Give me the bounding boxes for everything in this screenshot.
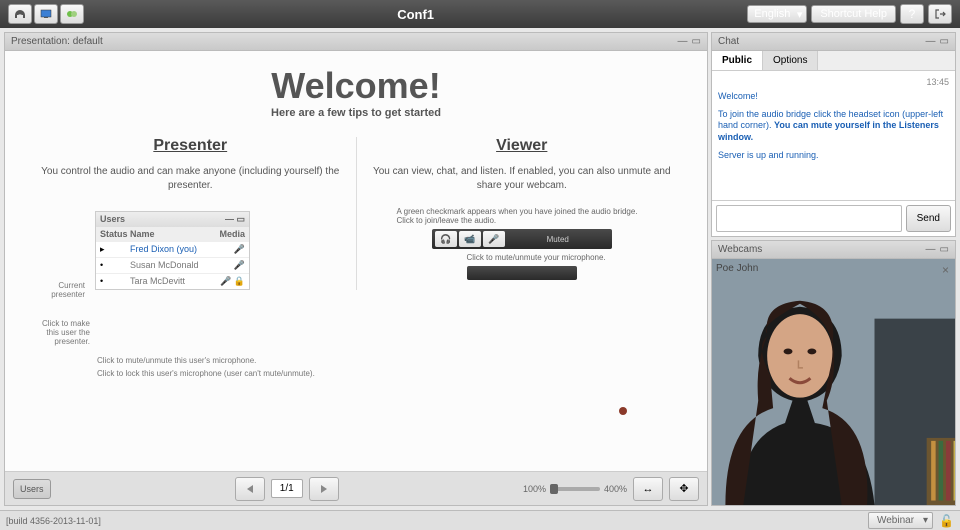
logout-icon[interactable] — [928, 4, 952, 24]
fit-page-button[interactable]: ✥ — [669, 477, 699, 501]
presenter-text: You control the audio and can make anyon… — [35, 165, 346, 193]
webcam-panel: Webcams — ▭ Poe John × — [711, 240, 956, 506]
minimize-icon[interactable]: — — [926, 36, 936, 47]
mic-icon: 🎤 — [483, 231, 505, 247]
fit-width-button[interactable]: ↔ — [633, 477, 663, 501]
users-toggle-button[interactable]: Users — [13, 479, 51, 499]
chat-panel: Chat — ▭ Public Options 13:45 Welcome! T… — [711, 32, 956, 237]
tab-options[interactable]: Options — [763, 51, 818, 70]
minimize-icon[interactable]: — — [678, 36, 688, 47]
shortcut-help-button[interactable]: Shortcut Help — [811, 5, 896, 23]
welcome-subtitle: Here are a few tips to get started — [35, 107, 677, 119]
webcam-icon: 📹 — [459, 231, 481, 247]
maximize-icon[interactable]: ▭ — [940, 36, 949, 47]
send-button[interactable]: Send — [906, 205, 951, 232]
users-table-image: Users — ▭ Status Name Media ▸Fred Dixon … — [95, 211, 250, 290]
build-label: [build 4356-2013-11-01] — [6, 516, 101, 526]
chat-input[interactable] — [716, 205, 902, 232]
tab-public[interactable]: Public — [712, 51, 763, 70]
desktop-share-icon[interactable] — [34, 4, 58, 24]
prev-slide-button[interactable] — [235, 477, 265, 501]
slide-area: Welcome! Here are a few tips to get star… — [5, 51, 707, 471]
conference-title: Conf1 — [84, 7, 747, 22]
next-slide-button[interactable] — [309, 477, 339, 501]
headset-icon[interactable] — [8, 4, 32, 24]
minimize-icon[interactable]: — — [926, 244, 936, 255]
lock-icon[interactable]: 🔓 — [939, 514, 954, 528]
statusbar: [build 4356-2013-11-01] Webinar 🔓 — [0, 510, 960, 530]
welcome-title: Welcome! — [35, 65, 677, 107]
viewer-heading: Viewer — [367, 137, 678, 155]
zoom-slider[interactable] — [550, 487, 600, 491]
chat-header: Chat — [718, 36, 739, 47]
close-icon[interactable]: × — [942, 263, 949, 277]
help-icon[interactable]: ? — [900, 4, 924, 24]
chat-messages: 13:45 Welcome! To join the audio bridge … — [712, 71, 955, 200]
presentation-header: Presentation: default — [11, 36, 103, 47]
layout-dropdown[interactable]: Webinar — [868, 512, 933, 529]
topbar: Conf1 English Shortcut Help ? — [0, 0, 960, 28]
webcam-video — [712, 259, 955, 505]
join-audio-icon: 🎧 — [435, 231, 457, 247]
viewer-text: You can view, chat, and listen. If enabl… — [367, 165, 678, 193]
webcam-share-icon[interactable] — [60, 4, 84, 24]
page-indicator: 1/1 — [271, 479, 303, 498]
maximize-icon[interactable]: ▭ — [692, 36, 701, 47]
webcam-header: Webcams — [718, 244, 762, 255]
language-select[interactable]: English — [747, 5, 807, 23]
presentation-panel: Presentation: default — ▭ Welcome! Here … — [4, 32, 708, 506]
pointer-dot — [619, 407, 627, 415]
maximize-icon[interactable]: ▭ — [940, 244, 949, 255]
webcam-user-name: Poe John — [716, 263, 758, 274]
presenter-heading: Presenter — [35, 137, 346, 155]
